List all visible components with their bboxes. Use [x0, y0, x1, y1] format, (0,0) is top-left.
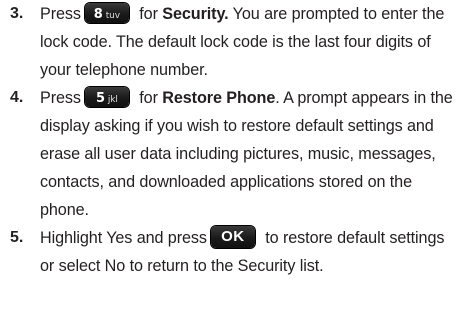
- step-text-post: for: [134, 5, 163, 23]
- key-letters: jkl: [107, 94, 118, 105]
- step-line: Press 8 tuv for Security. You are prompted…: [40, 0, 468, 28]
- step-line: contacts, and downloaded applications st…: [40, 173, 412, 191]
- key-digit: 5: [95, 90, 105, 106]
- step-text-tail: to restore default settings: [260, 229, 445, 247]
- key-digit: 8: [93, 6, 103, 22]
- menu-option-security: Security.: [162, 5, 229, 23]
- step-number: 5.: [10, 229, 24, 246]
- step-line: your telephone number.: [40, 61, 208, 79]
- step-text-tail: You are prompted to enter the: [228, 5, 445, 23]
- step-line: or select No to return to the Security l…: [40, 257, 324, 275]
- step-text-tail: . A prompt appears in the: [275, 89, 453, 107]
- step-text: Press 8 tuv for Security. You are prompted…: [40, 0, 468, 84]
- step-line: display asking if you wish to restore de…: [40, 117, 434, 135]
- step-text-pre: Press: [40, 5, 81, 23]
- step-text-pre: Highlight Yes and press: [40, 229, 207, 247]
- manual-page: 3. Press 8 tuv for Security. You are promp…: [0, 0, 472, 312]
- step-number: 3.: [10, 5, 24, 22]
- step-text-post: for: [134, 89, 163, 107]
- key-letters: tuv: [105, 10, 120, 21]
- step-line: phone.: [40, 201, 89, 219]
- step-text: Press 5 jkl for Restore Phone. A prompt ap…: [40, 84, 468, 224]
- step-line: erase all user data including pictures, …: [40, 145, 436, 163]
- step-number: 4.: [10, 89, 24, 106]
- key-5-jkl-icon: 5 jkl: [84, 86, 129, 107]
- key-8-tuv-icon: 8 tuv: [84, 2, 129, 23]
- step-line: Press 5 jkl for Restore Phone. A prompt ap…: [40, 84, 468, 112]
- step-line: lock code. The default lock code is the …: [40, 33, 431, 51]
- step-line: Highlight Yes and press OK to restore def…: [40, 224, 468, 252]
- menu-option-restore-phone: Restore Phone: [162, 89, 276, 107]
- step-text: Highlight Yes and press OK to restore def…: [40, 224, 468, 280]
- ok-key-icon: OK: [210, 225, 255, 248]
- step-text-pre: Press: [40, 89, 81, 107]
